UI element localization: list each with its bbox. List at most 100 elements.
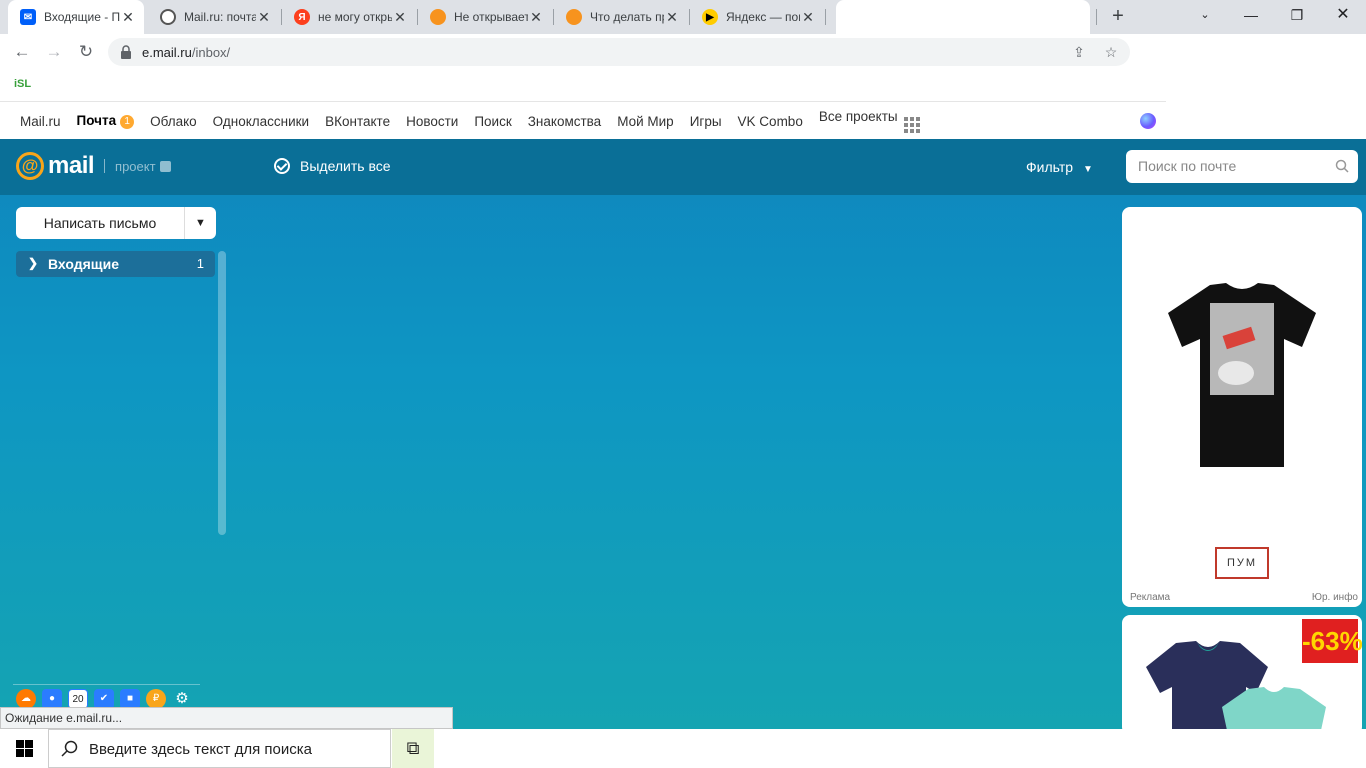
compose-button[interactable]: Написать письмо: [16, 207, 184, 239]
tab-inbox[interactable]: ✉ Входящие - Почта Mail.ru ✕: [8, 0, 144, 34]
ad-brand-logo: ПУМ: [1215, 547, 1269, 579]
portal-link-search[interactable]: Поиск: [474, 114, 511, 129]
tab-title: Mail.ru: почта, поиск в интернете: [184, 10, 256, 24]
mail-search-box: [1126, 150, 1358, 183]
select-all-button[interactable]: Выделить все: [274, 158, 391, 174]
minimize-button[interactable]: —: [1228, 0, 1274, 30]
portal-link-cloud[interactable]: Облако: [150, 114, 197, 129]
portal-link-games[interactable]: Игры: [690, 114, 722, 129]
filter-button[interactable]: Фильтр ▼: [1026, 159, 1093, 175]
assistant-orb-icon[interactable]: [1140, 113, 1156, 129]
chevron-right-icon[interactable]: ❯: [28, 256, 38, 270]
taskbar-search[interactable]: Введите здесь текст для поиска: [48, 729, 391, 768]
filter-label: Фильтр: [1026, 159, 1074, 175]
tab-title: Что делать при ошибке: [590, 10, 664, 24]
at-logo-icon: @: [16, 152, 44, 180]
portal-link-mailru[interactable]: Mail.ru: [20, 114, 61, 129]
tasks-icon[interactable]: ✔: [94, 689, 114, 709]
app-shortcuts: ☁ ● 20 ✔ ■ ₽ ⚙: [13, 684, 200, 709]
ad-banner-tshirt[interactable]: ПУМ Реклама Юр. инфо: [1122, 207, 1362, 607]
forward-button[interactable]: →: [42, 40, 66, 64]
close-tab-icon[interactable]: ✕: [664, 9, 680, 26]
restore-button[interactable]: ❐: [1274, 0, 1320, 30]
reload-button[interactable]: ↻: [74, 40, 98, 64]
mailru-favicon-icon: [160, 9, 176, 25]
tab-yandex[interactable]: ▶ Яндекс — поиск ✕: [690, 0, 824, 34]
search-icon: [61, 740, 78, 757]
browser-status-bar: Ожидание e.mail.ru...: [0, 707, 453, 729]
mail-count-badge: 1: [120, 115, 135, 129]
tab-separator: [1096, 9, 1097, 25]
portal-link-mail[interactable]: Почта 1: [77, 113, 135, 129]
orange-favicon-icon: [566, 9, 582, 25]
windows-start-icon[interactable]: [16, 740, 33, 757]
close-window-button[interactable]: ✕: [1320, 0, 1366, 30]
address-bar[interactable]: e.mail.ru/inbox/ ⇪ ☆: [108, 38, 1130, 66]
logo-word: mail: [48, 152, 95, 179]
new-tab-button[interactable]: +: [1106, 5, 1130, 29]
taskbar-search-placeholder: Введите здесь текст для поиска: [89, 741, 312, 758]
video-call-icon[interactable]: ■: [120, 689, 140, 709]
close-tab-icon[interactable]: ✕: [392, 9, 408, 26]
folder-name: Входящие: [48, 256, 119, 272]
windows-taskbar: Введите здесь текст для поиска ⧉: [0, 729, 1366, 768]
search-icon[interactable]: [1335, 159, 1349, 173]
apps-grid-icon: [903, 117, 920, 133]
vk-logo-icon: [159, 160, 171, 172]
portal-link-news[interactable]: Новости: [406, 114, 458, 129]
portal-link-vkcombo[interactable]: VK Combo: [738, 114, 803, 129]
url-text: e.mail.ru/inbox/: [142, 45, 231, 60]
chevron-down-icon: ▼: [1083, 164, 1093, 175]
mail-search-input[interactable]: [1138, 158, 1328, 174]
contacts-icon[interactable]: ●: [42, 689, 62, 709]
task-view-icon[interactable]: ⧉: [392, 729, 434, 768]
money-icon[interactable]: ₽: [146, 689, 166, 709]
bookmark-isl[interactable]: iSL: [14, 78, 31, 90]
tab-search-chevron-icon[interactable]: ⌄: [1182, 0, 1228, 30]
close-tab-icon[interactable]: ✕: [256, 9, 272, 26]
bookmark-star-icon[interactable]: ☆: [1102, 43, 1120, 61]
portal-link-myworld[interactable]: Мой Мир: [617, 114, 674, 129]
tab-separator: [825, 9, 826, 25]
calendar-icon[interactable]: 20: [68, 689, 88, 709]
tab-mailru[interactable]: Mail.ru: почта, поиск в интернете ✕: [148, 0, 280, 34]
portal-blank-area: [1166, 101, 1366, 139]
settings-gear-icon[interactable]: ⚙: [172, 689, 192, 709]
share-icon[interactable]: ⇪: [1070, 43, 1088, 61]
tab-yandex-search[interactable]: Я не могу открыть почту ✕: [282, 0, 416, 34]
project-label: проект: [115, 158, 156, 174]
portal-link-vk[interactable]: ВКонтакте: [325, 114, 390, 129]
check-circle-icon: [274, 158, 290, 174]
compose-more-chevron-icon[interactable]: ▼: [184, 207, 216, 239]
tshirt-image: [1168, 283, 1316, 467]
mail-app: @ mail проект Выделить все Фильтр ▼ Напис…: [0, 139, 1366, 735]
mail-logo[interactable]: @ mail проект: [16, 152, 171, 180]
tab-blank[interactable]: [836, 0, 1090, 34]
cloud-icon[interactable]: ☁: [16, 689, 36, 709]
close-tab-icon[interactable]: ✕: [528, 9, 544, 26]
close-tab-icon[interactable]: ✕: [800, 9, 816, 26]
ad-label: Реклама: [1130, 592, 1171, 603]
browser-tab-strip: ✉ Входящие - Почта Mail.ru ✕ Mail.ru: по…: [0, 0, 1366, 34]
compose-group: Написать письмо ▼: [16, 207, 216, 239]
folder-inbox[interactable]: ❯ Входящие 1: [16, 251, 215, 277]
yandex-play-favicon-icon: ▶: [702, 9, 718, 25]
logo-divider: [104, 159, 106, 173]
close-tab-icon[interactable]: ✕: [120, 9, 136, 26]
sidebar-scrollbar[interactable]: [218, 251, 226, 535]
ad-banner-polo[interactable]: -63%: [1122, 615, 1362, 735]
ad-legal-info-link[interactable]: Юр. инфо: [1312, 592, 1358, 603]
orange-favicon-icon: [430, 9, 446, 25]
yandex-favicon-icon: Я: [294, 9, 310, 25]
portal-link-ok[interactable]: Одноклассники: [213, 114, 309, 129]
mail-favicon-icon: ✉: [20, 9, 36, 25]
portal-link-dating[interactable]: Знакомства: [528, 114, 601, 129]
select-all-label: Выделить все: [300, 158, 391, 174]
tab-what-to-do[interactable]: Что делать при ошибке ✕: [554, 0, 688, 34]
mail-header: @ mail проект Выделить все Фильтр ▼: [0, 139, 1366, 195]
tab-not-opening[interactable]: Не открывается почта ✕: [418, 0, 552, 34]
back-button[interactable]: ←: [10, 40, 34, 64]
portal-link-all-projects[interactable]: Все проекты: [819, 109, 920, 133]
lock-icon: [121, 45, 131, 59]
tab-title: Не открывается почта: [454, 10, 528, 24]
